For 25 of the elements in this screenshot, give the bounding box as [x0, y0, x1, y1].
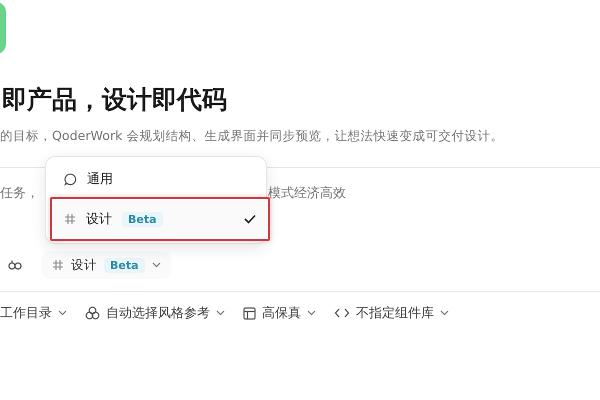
- chevron-down-icon: [307, 310, 316, 316]
- input-placeholder[interactable]: 任务，: [0, 184, 39, 204]
- toolbar-dropdown[interactable]: 工作目录: [0, 303, 67, 323]
- hash-icon: [52, 259, 64, 271]
- code-icon: [334, 307, 350, 319]
- toolbar-dropdown[interactable]: 自动选择风格参考: [85, 303, 225, 323]
- chevron-down-icon: [440, 310, 449, 316]
- chevron-down-icon: [58, 310, 67, 316]
- attachment-icon[interactable]: [8, 259, 22, 271]
- chevron-down-icon: [152, 262, 161, 268]
- circles-icon: [85, 306, 100, 320]
- page-subtitle: 的目标，QoderWork 会规划结构、生成界面并同步预览，让想法快速变成可交付设计。: [0, 127, 504, 145]
- beta-badge: Beta: [104, 258, 145, 272]
- hash-icon: [64, 213, 76, 225]
- mode-button[interactable]: 设计 Beta: [42, 251, 171, 279]
- chevron-down-icon: [216, 310, 225, 316]
- toolbar-dropdown[interactable]: 不指定组件库: [334, 303, 449, 323]
- input-placeholder[interactable]: 模式经济高效: [268, 184, 346, 204]
- check-icon: [244, 214, 256, 224]
- chat-bubble-icon: [64, 172, 77, 186]
- layout-icon: [243, 306, 256, 320]
- beta-badge: Beta: [122, 212, 163, 226]
- toolbar-dropdown[interactable]: 高保真: [243, 303, 316, 323]
- menu-item[interactable]: 设计 Beta: [50, 197, 270, 241]
- page-title: 即产品，设计即代码: [1, 84, 228, 116]
